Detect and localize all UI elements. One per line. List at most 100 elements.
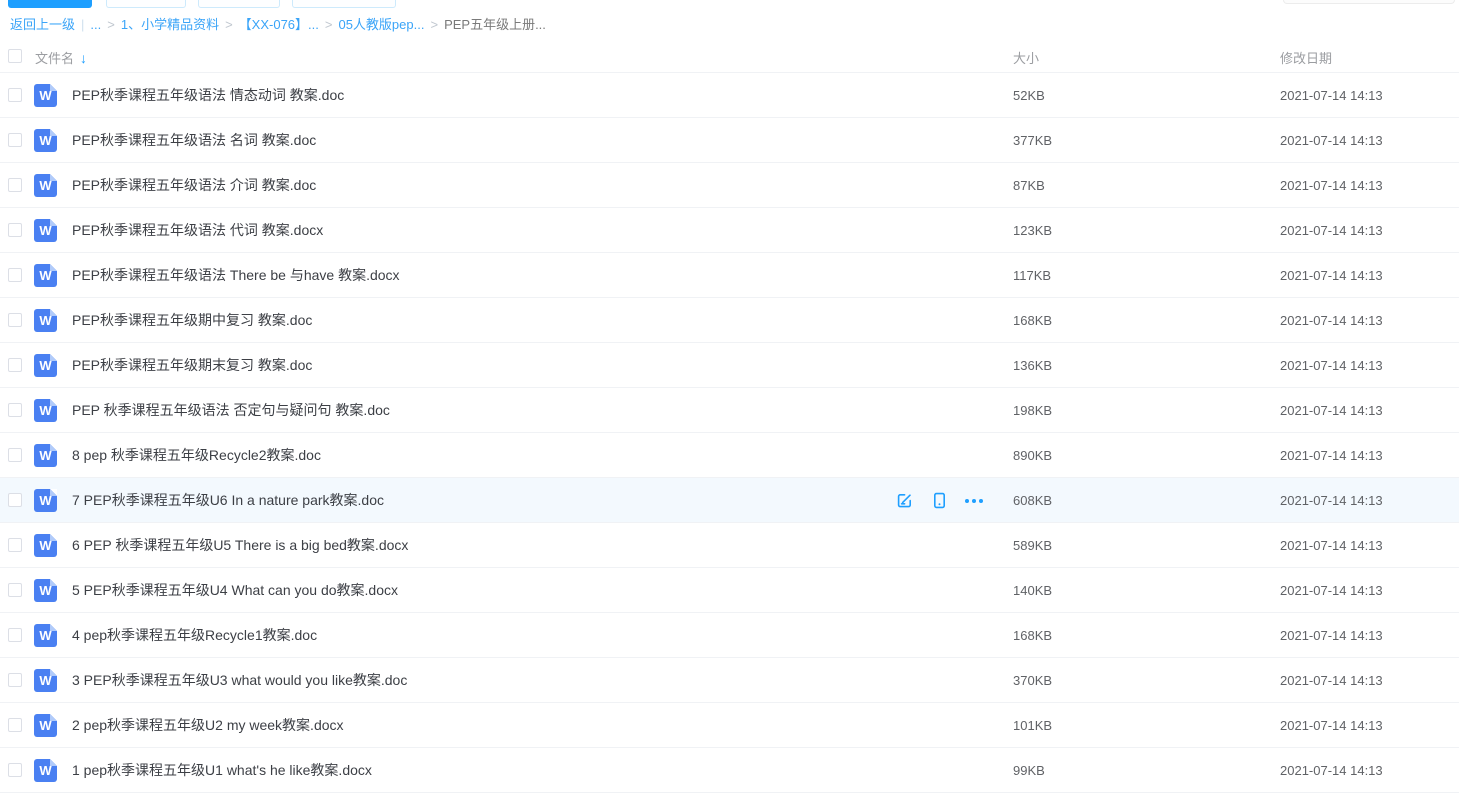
file-modified-date: 2021-07-14 14:13 — [1280, 568, 1383, 613]
row-checkbox[interactable] — [8, 313, 22, 327]
row-checkbox[interactable] — [8, 178, 22, 192]
file-row[interactable]: W PEP秋季课程五年级语法 There be 与have 教案.docx 11 — [0, 253, 1459, 298]
file-row[interactable]: W 3 PEP秋季课程五年级U3 what would you like教案.d… — [0, 658, 1459, 703]
word-file-icon: W — [34, 534, 57, 557]
row-checkbox[interactable] — [8, 358, 22, 372]
select-all-checkbox[interactable] — [8, 49, 22, 63]
file-size: 52KB — [1013, 73, 1045, 118]
file-modified-date: 2021-07-14 14:13 — [1280, 433, 1383, 478]
row-checkbox[interactable] — [8, 448, 22, 462]
breadcrumb-link[interactable]: 【XX-076】... — [239, 17, 319, 32]
file-row[interactable]: W 8 pep 秋季课程五年级Recycle2教案.doc 890KB — [0, 433, 1459, 478]
file-name[interactable]: 7 PEP秋季课程五年级U6 In a nature park教案.doc — [72, 478, 384, 523]
file-modified-date: 2021-07-14 14:13 — [1280, 73, 1383, 118]
file-modified-date: 2021-07-14 14:13 — [1280, 703, 1383, 748]
row-checkbox[interactable] — [8, 538, 22, 552]
file-row[interactable]: W 6 PEP 秋季课程五年级U5 There is a big bed教案.d… — [0, 523, 1459, 568]
file-row[interactable]: W PEP秋季课程五年级语法 代词 教案.docx 123KB 2021 — [0, 208, 1459, 253]
column-header-modified[interactable]: 修改日期 — [1280, 48, 1332, 67]
sort-descending-icon[interactable]: ↓ — [80, 50, 87, 66]
word-file-icon: W — [34, 444, 57, 467]
file-name[interactable]: PEP秋季课程五年级语法 There be 与have 教案.docx — [72, 253, 400, 298]
file-modified-date: 2021-07-14 14:13 — [1280, 613, 1383, 658]
row-checkbox[interactable] — [8, 583, 22, 597]
file-row[interactable]: W 5 PEP秋季课程五年级U4 What can you do教案.docx — [0, 568, 1459, 613]
toolbar-stub-button-4[interactable] — [292, 0, 396, 8]
row-checkbox[interactable] — [8, 718, 22, 732]
file-name[interactable]: PEP秋季课程五年级期中复习 教案.doc — [72, 298, 312, 343]
toolbar-stub-primary-button[interactable] — [8, 0, 92, 8]
file-table-header: 文件名 ↓ 大小 修改日期 — [0, 40, 1459, 73]
breadcrumb-separator: > — [430, 17, 438, 32]
file-list: W PEP秋季课程五年级语法 情态动词 教案.doc 52KB 2021 — [0, 73, 1459, 793]
file-modified-date: 2021-07-14 14:13 — [1280, 298, 1383, 343]
file-size: 198KB — [1013, 388, 1052, 433]
word-file-icon: W — [34, 309, 57, 332]
row-checkbox[interactable] — [8, 268, 22, 282]
file-size: 168KB — [1013, 613, 1052, 658]
file-row[interactable]: W PEP秋季课程五年级语法 情态动词 教案.doc 52KB 2021 — [0, 73, 1459, 118]
file-modified-date: 2021-07-14 14:13 — [1280, 253, 1383, 298]
file-row[interactable]: W PEP秋季课程五年级期末复习 教案.doc 136KB 2021-0 — [0, 343, 1459, 388]
more-actions-icon[interactable] — [965, 492, 983, 510]
file-name[interactable]: 6 PEP 秋季课程五年级U5 There is a big bed教案.doc… — [72, 523, 408, 568]
row-checkbox[interactable] — [8, 88, 22, 102]
file-size: 101KB — [1013, 703, 1052, 748]
file-name[interactable]: PEP 秋季课程五年级语法 否定句与疑问句 教案.doc — [72, 388, 390, 433]
file-size: 123KB — [1013, 208, 1052, 253]
file-name[interactable]: 5 PEP秋季课程五年级U4 What can you do教案.docx — [72, 568, 398, 613]
breadcrumb-back-link[interactable]: 返回上一级 — [10, 17, 75, 32]
file-name[interactable]: 3 PEP秋季课程五年级U3 what would you like教案.doc — [72, 658, 407, 703]
file-name[interactable]: 8 pep 秋季课程五年级Recycle2教案.doc — [72, 433, 321, 478]
row-checkbox[interactable] — [8, 223, 22, 237]
breadcrumb-link[interactable]: 1、小学精品资料 — [121, 17, 219, 32]
column-header-filename-label: 文件名 — [35, 51, 74, 66]
file-row[interactable]: W PEP秋季课程五年级期中复习 教案.doc 168KB 2021-0 — [0, 298, 1459, 343]
word-file-icon: W — [34, 579, 57, 602]
file-name[interactable]: PEP秋季课程五年级语法 介词 教案.doc — [72, 163, 316, 208]
row-checkbox[interactable] — [8, 628, 22, 642]
file-name[interactable]: PEP秋季课程五年级期末复习 教案.doc — [72, 343, 312, 388]
toolbar-stub-button-3[interactable] — [198, 0, 280, 8]
file-row[interactable]: W PEP秋季课程五年级语法 介词 教案.doc 87KB 2021-0 — [0, 163, 1459, 208]
column-header-size[interactable]: 大小 — [1013, 48, 1039, 67]
file-modified-date: 2021-07-14 14:13 — [1280, 343, 1383, 388]
file-size: 168KB — [1013, 298, 1052, 343]
file-name[interactable]: 4 pep秋季课程五年级Recycle1教案.doc — [72, 613, 317, 658]
breadcrumb-separator: > — [107, 17, 115, 32]
row-checkbox[interactable] — [8, 763, 22, 777]
rename-icon[interactable] — [895, 492, 913, 510]
file-size: 99KB — [1013, 748, 1045, 793]
file-size: 377KB — [1013, 118, 1052, 163]
row-checkbox[interactable] — [8, 403, 22, 417]
file-row[interactable]: W PEP 秋季课程五年级语法 否定句与疑问句 教案.doc 198KB — [0, 388, 1459, 433]
word-file-icon: W — [34, 399, 57, 422]
breadcrumb-link[interactable]: ... — [90, 17, 101, 32]
file-row[interactable]: W 2 pep秋季课程五年级U2 my week教案.docx 101KB — [0, 703, 1459, 748]
file-name[interactable]: 2 pep秋季课程五年级U2 my week教案.docx — [72, 703, 344, 748]
file-row[interactable]: W 4 pep秋季课程五年级Recycle1教案.doc 168KB 2 — [0, 613, 1459, 658]
file-row[interactable]: W 1 pep秋季课程五年级U1 what's he like教案.docx 9 — [0, 748, 1459, 793]
file-name[interactable]: PEP秋季课程五年级语法 情态动词 教案.doc — [72, 73, 344, 118]
file-name[interactable]: PEP秋季课程五年级语法 名词 教案.doc — [72, 118, 316, 163]
row-checkbox[interactable] — [8, 133, 22, 147]
file-row[interactable]: W PEP秋季课程五年级语法 名词 教案.doc 377KB 2021- — [0, 118, 1459, 163]
row-checkbox[interactable] — [8, 493, 22, 507]
breadcrumb-separator: > — [325, 17, 333, 32]
column-header-filename[interactable]: 文件名 ↓ — [35, 48, 87, 67]
file-name[interactable]: PEP秋季课程五年级语法 代词 教案.docx — [72, 208, 323, 253]
word-file-icon: W — [34, 129, 57, 152]
row-checkbox[interactable] — [8, 673, 22, 687]
breadcrumb-separator: > — [225, 17, 233, 32]
file-modified-date: 2021-07-14 14:13 — [1280, 658, 1383, 703]
file-row[interactable]: W 7 PEP秋季课程五年级U6 In a nature park教案.doc — [0, 478, 1459, 523]
file-name[interactable]: 1 pep秋季课程五年级U1 what's he like教案.docx — [72, 748, 372, 793]
file-size: 136KB — [1013, 343, 1052, 388]
row-actions — [895, 478, 983, 523]
file-modified-date: 2021-07-14 14:13 — [1280, 388, 1383, 433]
file-size: 140KB — [1013, 568, 1052, 613]
mobile-icon[interactable] — [930, 492, 948, 510]
word-file-icon: W — [34, 489, 57, 512]
breadcrumb-link[interactable]: 05人教版pep... — [338, 17, 424, 32]
toolbar-stub-button-2[interactable] — [106, 0, 186, 8]
